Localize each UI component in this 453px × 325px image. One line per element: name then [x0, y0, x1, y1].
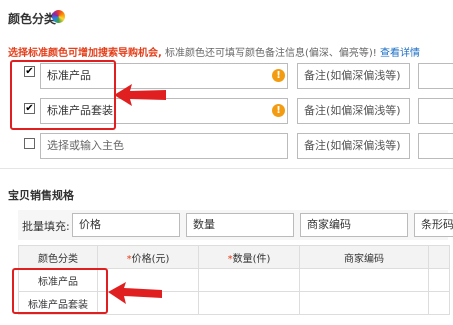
- merchant-code-cell[interactable]: [299, 268, 429, 292]
- color-wheel-icon: [52, 10, 65, 23]
- header-color: 颜色分类: [18, 245, 98, 269]
- hint-red-text: 选择标准颜色可增加搜索导购机会,: [8, 48, 162, 59]
- warning-icon-2: !: [272, 104, 285, 117]
- header-extra: [428, 245, 450, 269]
- header-merchant-code-label: 商家编码: [344, 253, 384, 265]
- color-extra-input-1[interactable]: [418, 63, 453, 89]
- header-price: *价格(元): [97, 245, 199, 269]
- section-divider: [0, 168, 453, 169]
- quantity-cell[interactable]: [198, 291, 300, 315]
- color-checkbox-3[interactable]: [24, 138, 35, 149]
- color-section-title: 颜色分类: [8, 12, 57, 26]
- color-extra-input-2[interactable]: [418, 98, 453, 124]
- header-quantity-label: 数量(件): [232, 253, 271, 265]
- arrow-icon-table: [108, 282, 162, 304]
- color-extra-input-3[interactable]: [418, 133, 453, 159]
- quantity-cell[interactable]: [198, 268, 300, 292]
- extra-cell[interactable]: [428, 291, 450, 315]
- bulk-quantity-input[interactable]: 数量: [186, 213, 294, 237]
- bulk-barcode-input[interactable]: 条形码: [414, 213, 453, 237]
- color-note-input-2[interactable]: 备注(如偏深偏浅等): [297, 98, 410, 124]
- header-merchant-code: 商家编码: [299, 245, 429, 269]
- header-price-label: 价格(元): [131, 253, 170, 265]
- bulk-price-input[interactable]: 价格: [72, 213, 180, 237]
- bulk-fill-label: 批量填充:: [22, 220, 70, 233]
- bulk-merchant-code-input[interactable]: 商家编码: [300, 213, 408, 237]
- highlight-box-colors: [10, 60, 116, 130]
- color-note-input-3[interactable]: 备注(如偏深偏浅等): [297, 133, 410, 159]
- color-note-input-1[interactable]: 备注(如偏深偏浅等): [297, 63, 410, 89]
- highlight-box-table-rows: [12, 268, 108, 314]
- merchant-code-cell[interactable]: [299, 291, 429, 315]
- warning-icon-1: !: [272, 69, 285, 82]
- spec-section-title: 宝贝销售规格: [8, 189, 74, 202]
- header-quantity: *数量(件): [198, 245, 300, 269]
- color-hint: 选择标准颜色可增加搜索导购机会, 标准颜色还可填写颜色备注信息(偏深、偏亮等)!…: [8, 44, 420, 59]
- color-value-input-3[interactable]: 选择或输入主色: [40, 133, 288, 159]
- hint-gray-text: 标准颜色还可填写颜色备注信息(偏深、偏亮等)!: [165, 48, 377, 59]
- header-color-label: 颜色分类: [38, 253, 78, 265]
- hint-details-link[interactable]: 查看详情: [380, 48, 420, 59]
- extra-cell[interactable]: [428, 268, 450, 292]
- arrow-icon-colors: [114, 84, 166, 106]
